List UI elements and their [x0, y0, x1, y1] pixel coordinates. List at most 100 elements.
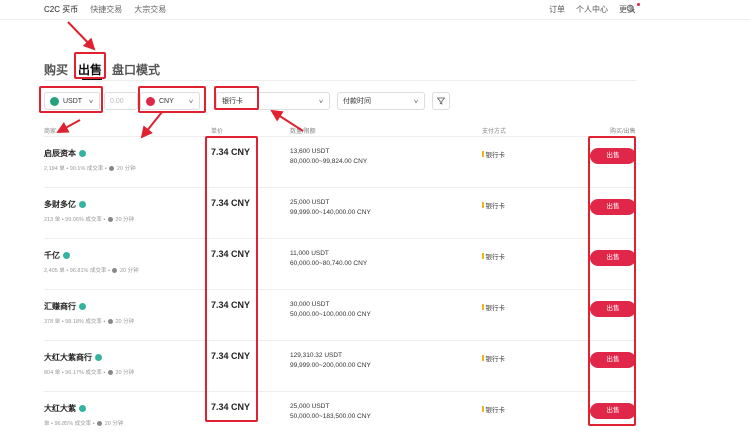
tab-sell[interactable]: 出售	[78, 61, 102, 78]
merchant-name[interactable]: 多财多亿	[44, 199, 86, 210]
payment-time-text: 20 分钟	[115, 217, 135, 223]
payment-method-text: 银行卡	[485, 254, 506, 261]
header-merchant: 商家	[44, 129, 57, 135]
tab-orderbook-mode[interactable]: 盘口模式	[112, 61, 160, 78]
payment-method-text: 银行卡	[485, 305, 506, 312]
available-quantity: 13,600 USDT	[290, 148, 330, 155]
merchant-stats-text: 378 单 • 98.18% 成交率 •	[44, 319, 106, 325]
available-quantity: 11,000 USDT	[290, 250, 329, 257]
page: C2C 买币 快捷交易 大宗交易 订单 个人中心 更多 购买 出售 盘口模式 U…	[0, 0, 750, 432]
payment-marker-icon	[482, 406, 484, 412]
table-row: 千亿 2,405 单 • 96.81% 成交率 • 20 分钟 7.34 CNY 11…	[44, 239, 636, 290]
header-action: 购买/出售	[610, 129, 636, 135]
payment-time-text: 20 分钟	[115, 370, 135, 376]
sell-button[interactable]: 出售	[590, 148, 636, 164]
payment-method-text: 银行卡	[485, 152, 506, 159]
clock-icon	[107, 216, 113, 222]
annotation-arrow-fiat	[140, 111, 163, 139]
merchant-name[interactable]: 启辰资本	[44, 148, 86, 159]
payment-method: 银行卡	[482, 302, 505, 312]
merchant-name[interactable]: 千亿	[44, 250, 70, 261]
payment-time-value: 付款时间	[343, 98, 371, 105]
order-limit: 60,000.00~80,740.00 CNY	[290, 260, 368, 267]
merchant-name-text: 大红大紫商行	[44, 353, 92, 362]
table-row: 汇赚商行 378 单 • 98.18% 成交率 • 20 分钟 7.34 CNY 30…	[44, 290, 636, 341]
available-quantity: 25,000 USDT	[290, 403, 330, 410]
nav-block-trade[interactable]: 大宗交易	[134, 4, 166, 15]
clock-icon	[107, 318, 113, 324]
merchant-name[interactable]: 汇赚商行	[44, 301, 86, 312]
fiat-select[interactable]: CNY ∨	[140, 92, 200, 110]
payment-method-text: 银行卡	[485, 203, 506, 210]
sell-button[interactable]: 出售	[590, 250, 636, 266]
payment-time-text: 20 分钟	[104, 421, 124, 427]
payment-method: 银行卡	[482, 404, 505, 414]
coin-select-value: USDT	[63, 97, 83, 105]
fiat-select-value: CNY	[159, 97, 174, 105]
payment-marker-icon	[482, 304, 484, 310]
sell-button[interactable]: 出售	[590, 301, 636, 317]
verified-badge-icon	[79, 150, 86, 157]
chevron-down-icon: ∨	[318, 97, 324, 105]
merchant-stats-text: 2,405 单 • 96.81% 成交率 •	[44, 268, 110, 274]
merchant-stats-text: 单 • 96.85% 成交率 •	[44, 421, 95, 427]
unit-price: 7.34 CNY	[211, 249, 251, 259]
chevron-down-icon: ∨	[188, 97, 194, 105]
sell-button[interactable]: 出售	[590, 199, 636, 215]
payment-method-text: 银行卡	[485, 407, 506, 414]
clock-icon	[112, 267, 118, 273]
available-quantity: 30,000 USDT	[290, 301, 330, 308]
trade-tabs: 购买 出售 盘口模式	[44, 61, 160, 78]
cny-coin-icon	[146, 96, 155, 106]
payment-time-select[interactable]: 付款时间 ∨	[337, 92, 425, 110]
merchant-stats: 804 单 • 96.17% 成交率 • 20 分钟	[44, 368, 134, 376]
merchant-name-text: 启辰资本	[44, 149, 76, 158]
chevron-down-icon: ∨	[413, 97, 419, 105]
payment-method: 银行卡	[482, 353, 505, 363]
verified-badge-icon	[79, 201, 86, 208]
merchant-stats: 2,194 单 • 90.1% 成交率 • 20 分钟	[44, 164, 136, 172]
payment-method-select[interactable]: 银行卡 ∨	[216, 92, 330, 110]
order-limit: 50,000.00~183,500.00 CNY	[290, 413, 371, 420]
sell-button[interactable]: 出售	[590, 403, 636, 419]
notification-dot-icon	[637, 3, 640, 6]
payment-method: 银行卡	[482, 251, 505, 261]
order-limit: 50,000.00~100,000.00 CNY	[290, 311, 371, 318]
table-row: 多财多亿 213 单 • 99.06% 成交率 • 20 分钟 7.34 CNY 25…	[44, 188, 636, 239]
usdt-coin-icon	[50, 96, 59, 106]
order-limit: 80,000.00~99,824.00 CNY	[290, 158, 368, 165]
order-limit: 99,999.00~140,000.00 CNY	[290, 209, 371, 216]
clock-icon	[97, 420, 103, 426]
verified-badge-icon	[63, 252, 70, 259]
nav-quick-trade[interactable]: 快捷交易	[90, 4, 122, 15]
payment-method: 银行卡	[482, 149, 505, 159]
filter-funnel-icon	[437, 97, 445, 105]
merchant-name-text: 汇赚商行	[44, 302, 76, 311]
nav-user-center[interactable]: 个人中心	[576, 4, 608, 15]
tab-buy[interactable]: 购买	[44, 61, 68, 78]
sell-button[interactable]: 出售	[590, 352, 636, 368]
search-icon[interactable]	[626, 4, 636, 14]
header-qty-limit: 数量/限额	[290, 129, 316, 135]
merchant-stats: 213 单 • 99.06% 成交率 • 20 分钟	[44, 215, 134, 223]
merchant-name[interactable]: 大红大紫	[44, 403, 86, 414]
verified-badge-icon	[95, 354, 102, 361]
amount-input[interactable]: 0.00	[104, 92, 138, 110]
merchant-stats: 378 单 • 98.18% 成交率 • 20 分钟	[44, 317, 134, 325]
merchant-name-text: 千亿	[44, 251, 60, 260]
merchant-stats: 单 • 96.85% 成交率 • 20 分钟	[44, 419, 123, 427]
header-price: 单价	[211, 129, 224, 135]
table-row: 启辰资本 2,194 单 • 90.1% 成交率 • 20 分钟 7.34 CNY 1…	[44, 137, 636, 188]
merchant-stats: 2,405 单 • 96.81% 成交率 • 20 分钟	[44, 266, 139, 274]
chevron-down-icon: ∨	[88, 97, 94, 105]
payment-time-text: 20 分钟	[119, 268, 139, 274]
merchant-stats-text: 2,194 单 • 90.1% 成交率 •	[44, 166, 107, 172]
active-tab-indicator	[82, 78, 102, 80]
nav-orders[interactable]: 订单	[549, 4, 565, 15]
coin-select[interactable]: USDT ∨	[44, 92, 100, 110]
merchant-stats-text: 213 单 • 99.06% 成交率 •	[44, 217, 106, 223]
nav-c2c[interactable]: C2C 买币	[44, 4, 78, 15]
merchant-name[interactable]: 大红大紫商行	[44, 352, 102, 363]
filter-button[interactable]	[432, 92, 450, 110]
table-row: 大红大紫商行 804 单 • 96.17% 成交率 • 20 分钟 7.34 CNY…	[44, 341, 636, 392]
